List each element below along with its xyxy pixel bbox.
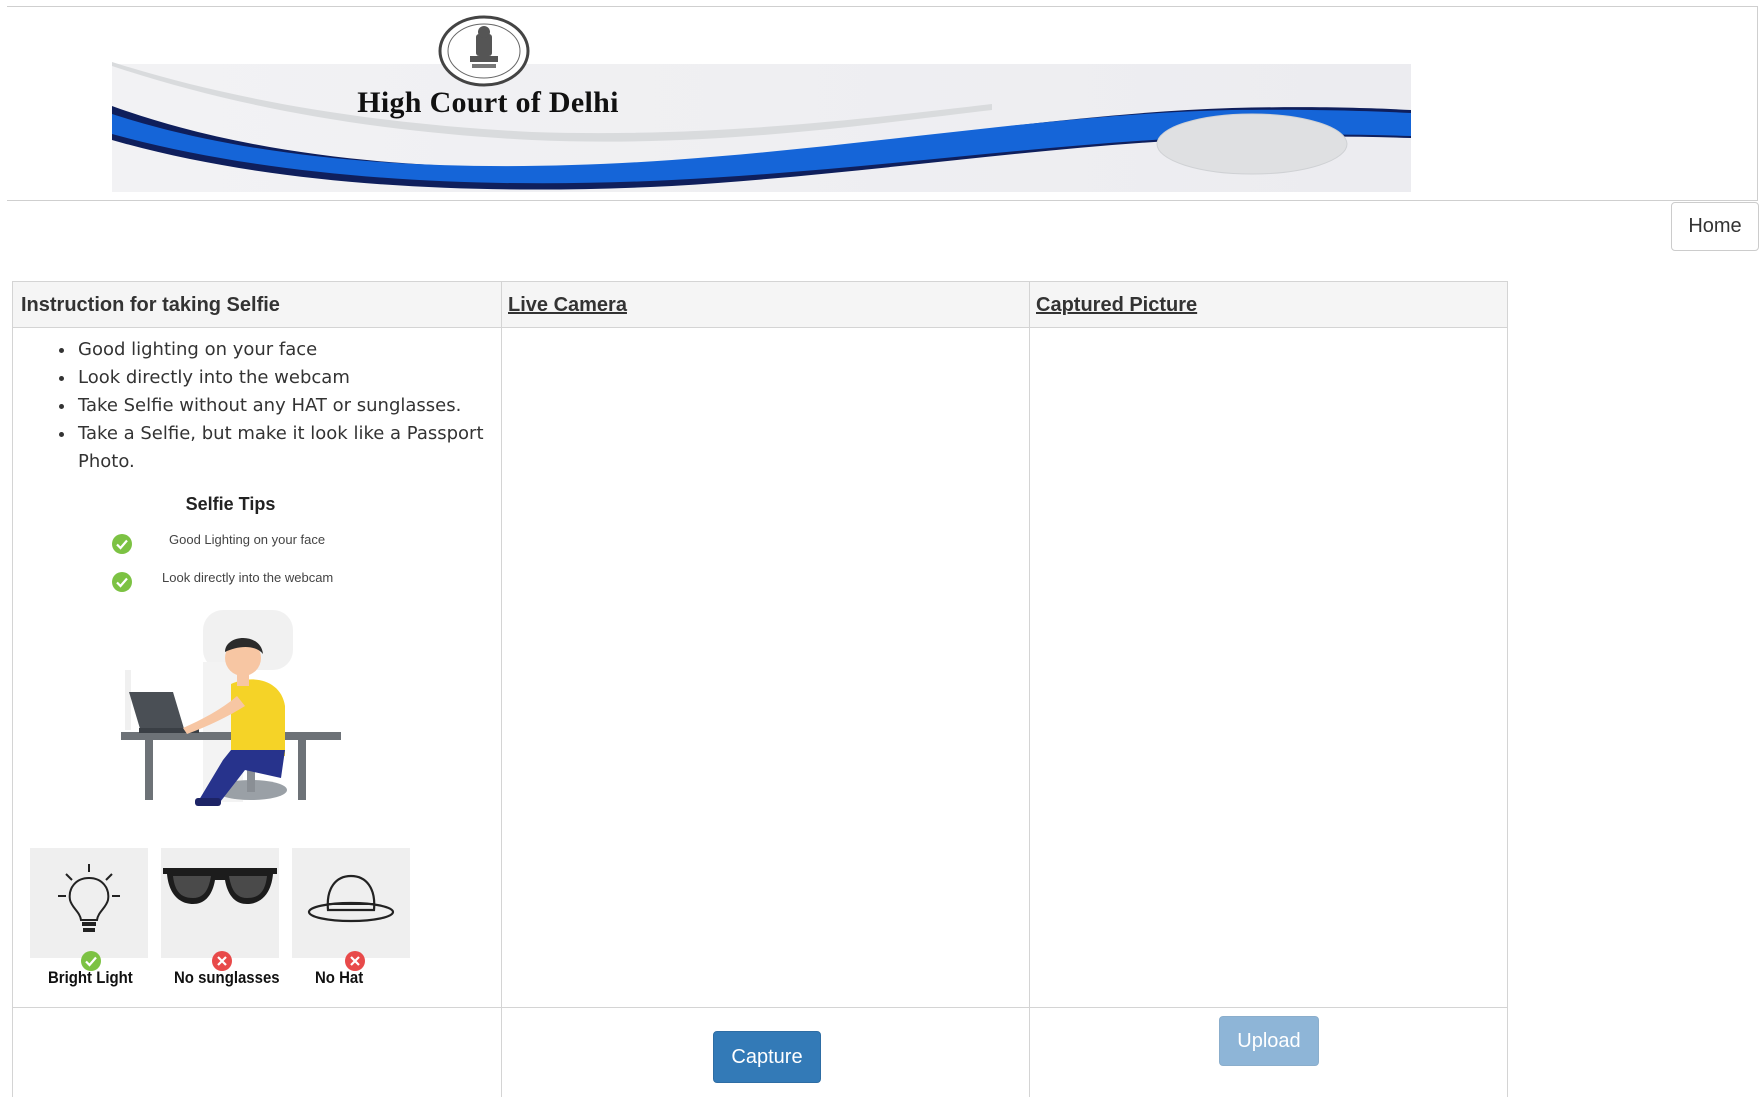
upload-button[interactable]: Upload [1219, 1016, 1319, 1066]
table-footer-divider [13, 1007, 1507, 1008]
table-header-row: Instruction for taking Selfie Live Camer… [13, 282, 1507, 328]
sunglasses-icon [163, 868, 277, 904]
column-divider [1029, 282, 1030, 1097]
light-bulb-icon [58, 864, 120, 932]
header-right-border [1757, 6, 1758, 200]
tip-text: Look directly into the webcam [162, 570, 334, 585]
court-title: High Court of Delhi [357, 86, 619, 119]
instruction-item: Take Selfie without any HAT or sunglasse… [76, 392, 496, 420]
tile-label-bright-light: Bright Light [48, 968, 133, 987]
instruction-item: Take a Selfie, but make it look like a P… [76, 420, 496, 476]
tile-label-no-hat: No Hat [315, 968, 364, 987]
check-icon [112, 534, 132, 554]
header-top-border [7, 6, 1758, 7]
no-hat-tile [292, 848, 410, 958]
selfie-tips-title: Selfie Tips [185, 494, 276, 514]
tip-text: Good Lighting on your face [169, 532, 326, 547]
instruction-list: Good lighting on your face Look directly… [13, 336, 496, 476]
tile-label-no-sunglasses: No sunglasses [174, 968, 280, 987]
header-bottom-border [7, 200, 1758, 201]
header-banner [112, 14, 1411, 192]
bright-light-tile [30, 848, 148, 958]
home-button[interactable]: Home [1671, 202, 1759, 251]
header-live-camera[interactable]: Live Camera [508, 294, 627, 317]
selfie-table: Instruction for taking Selfie Live Camer… [12, 281, 1508, 1097]
check-icon [112, 572, 132, 592]
no-sunglasses-tile [161, 848, 279, 958]
instruction-item: Look directly into the webcam [76, 364, 496, 392]
header-instructions: Instruction for taking Selfie [21, 294, 280, 316]
hat-icon [307, 874, 395, 923]
capture-button[interactable]: Capture [713, 1031, 821, 1083]
column-divider [501, 282, 502, 1097]
header-captured-picture[interactable]: Captured Picture [1036, 294, 1197, 317]
person-at-laptop-illustration [121, 610, 341, 806]
instruction-item: Good lighting on your face [76, 336, 496, 364]
state-emblem-icon [438, 15, 530, 87]
